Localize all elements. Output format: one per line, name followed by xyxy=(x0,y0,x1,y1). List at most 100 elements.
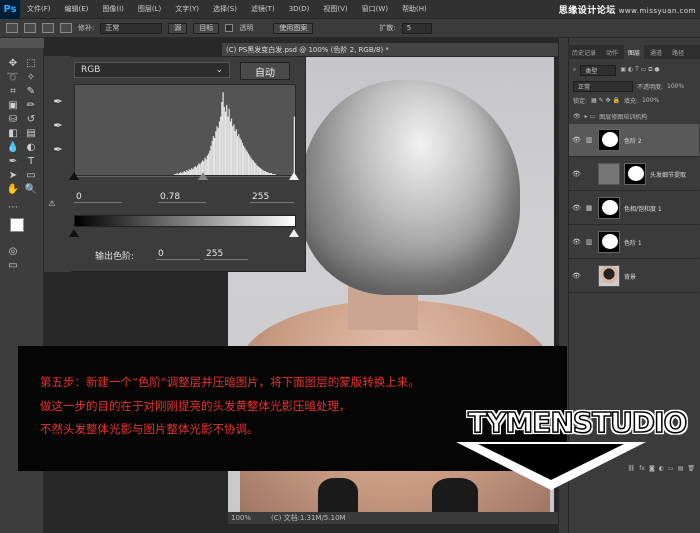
eye-icon[interactable]: 👁 xyxy=(572,272,581,280)
menu-image[interactable]: 图像(I) xyxy=(95,4,131,14)
eyedropper-tool-icon[interactable]: ✎ xyxy=(24,84,38,98)
gray-point-eyedropper-icon[interactable]: ✒ xyxy=(52,118,64,132)
input-black-field[interactable]: 0 xyxy=(74,192,122,203)
lock-icons[interactable]: ▦ ✎ ✥ 🔒 xyxy=(591,97,620,104)
tab-layers[interactable]: 图层 xyxy=(624,45,645,59)
eye-icon[interactable]: 👁 xyxy=(572,136,581,144)
layer-thumbnail[interactable] xyxy=(598,265,620,287)
layer-hair-detail[interactable]: 👁 头发细节提取 xyxy=(569,158,699,191)
target-button[interactable]: 目标 xyxy=(193,22,220,34)
new-group-icon[interactable]: ▭ xyxy=(668,465,674,472)
layer-background[interactable]: 👁 背景 xyxy=(569,260,699,293)
menu-help[interactable]: 帮助(H) xyxy=(395,4,434,14)
input-mid-field[interactable]: 0.78 xyxy=(158,192,206,203)
patch-tool-icon[interactable] xyxy=(6,23,18,33)
magic-wand-icon[interactable]: ✧ xyxy=(24,70,38,84)
path-select-icon[interactable]: ➤ xyxy=(6,168,20,182)
menu-view[interactable]: 视图(V) xyxy=(316,4,354,14)
layer-levels-1[interactable]: 👁 ▥ 色阶 1 xyxy=(569,226,699,259)
document-tab[interactable]: (C) PS黑发变白发.psd @ 100% (色阶 2, RGB/8) * xyxy=(222,43,564,56)
quick-mask-icon[interactable]: ◎ xyxy=(6,244,20,258)
new-selection-icon[interactable] xyxy=(24,23,36,33)
type-tool-icon[interactable]: T xyxy=(24,154,38,168)
layer-mask-thumbnail[interactable] xyxy=(598,197,620,219)
layer-mask-thumbnail[interactable] xyxy=(598,231,620,253)
lasso-tool-icon[interactable]: ➰ xyxy=(6,70,20,84)
use-pattern-button[interactable]: 使用图案 xyxy=(273,22,314,34)
blend-mode-select[interactable]: 正常 xyxy=(573,80,633,92)
filter-icons[interactable]: ▣ ◐ T ▭ ⧉ ● xyxy=(620,66,659,74)
trash-icon[interactable]: 🗑 xyxy=(687,465,695,472)
black-point-eyedropper-icon[interactable]: ✒ xyxy=(52,94,64,108)
layer-group[interactable]: 👁 ▸ ▭ 图层修图培训机构 xyxy=(569,110,699,122)
tab-channels[interactable]: 通道 xyxy=(646,45,666,59)
layer-hue-saturation[interactable]: 👁 ▦ 色相/饱和度 1 xyxy=(569,192,699,225)
layer-levels-2[interactable]: 👁 ▥ 色阶 2 xyxy=(569,124,699,157)
history-brush-icon[interactable]: ↺ xyxy=(24,112,38,126)
zoom-tool-icon[interactable]: 🔍 xyxy=(24,182,38,196)
output-white-field[interactable]: 255 xyxy=(204,249,248,260)
output-black-field[interactable]: 0 xyxy=(156,249,200,260)
clone-stamp-icon[interactable]: ⛁ xyxy=(6,112,20,126)
transparent-checkbox[interactable] xyxy=(225,24,234,32)
add-mask-icon[interactable]: ◙ xyxy=(649,465,655,472)
output-white-slider[interactable] xyxy=(289,229,299,237)
layer-kind-select[interactable]: 类型 xyxy=(580,64,617,76)
brush-tool-icon[interactable]: ✏ xyxy=(24,98,38,112)
white-point-eyedropper-icon[interactable]: ✒ xyxy=(52,142,64,156)
eye-icon[interactable]: 👁 xyxy=(573,113,581,120)
eye-icon[interactable]: 👁 xyxy=(572,170,581,178)
menu-file[interactable]: 文件(F) xyxy=(20,4,58,14)
histogram-bar xyxy=(224,111,227,175)
input-mid-slider[interactable] xyxy=(198,172,208,180)
layer-mask-thumbnail[interactable] xyxy=(624,163,646,185)
subtract-selection-icon[interactable] xyxy=(60,23,72,33)
output-black-slider[interactable] xyxy=(69,229,79,237)
fill-value[interactable]: 100% xyxy=(642,97,659,104)
layer-thumbnail[interactable] xyxy=(598,163,620,185)
input-black-slider[interactable] xyxy=(69,172,79,180)
diffusion-select[interactable]: 5 xyxy=(401,22,432,34)
dodge-tool-icon[interactable]: ◐ xyxy=(24,140,38,154)
add-selection-icon[interactable] xyxy=(42,23,54,33)
new-layer-icon[interactable]: ▤ xyxy=(678,465,684,472)
clipping-warning-icon[interactable]: ⚠ xyxy=(46,196,58,210)
zoom-level[interactable]: 100% xyxy=(231,514,251,522)
menu-layer[interactable]: 图层(L) xyxy=(131,4,168,14)
source-button[interactable]: 源 xyxy=(168,22,188,34)
tab-paths[interactable]: 路径 xyxy=(668,45,688,59)
marquee-tool-icon[interactable]: ⬚ xyxy=(24,56,38,70)
menu-3d[interactable]: 3D(D) xyxy=(282,5,317,13)
menu-window[interactable]: 窗口(W) xyxy=(355,4,395,14)
input-white-field[interactable]: 255 xyxy=(250,192,294,203)
input-white-slider[interactable] xyxy=(289,172,299,180)
layer-mask-thumbnail[interactable] xyxy=(598,129,620,151)
hand-tool-icon[interactable]: ✋ xyxy=(6,182,20,196)
adjustment-icon[interactable]: ◐ xyxy=(659,465,664,472)
tab-history[interactable]: 历史记录 xyxy=(568,45,600,59)
blur-tool-icon[interactable]: 💧 xyxy=(6,140,20,154)
channel-select[interactable]: RGB ⌄ xyxy=(74,62,230,78)
screen-mode-icon[interactable]: ▭ xyxy=(6,258,20,272)
menu-filter[interactable]: 滤镜(T) xyxy=(244,4,282,14)
menu-edit[interactable]: 编辑(E) xyxy=(58,4,96,14)
patch-tool-icon[interactable]: ▣ xyxy=(6,98,20,112)
opacity-value[interactable]: 100% xyxy=(667,83,684,90)
tab-actions[interactable]: 动作 xyxy=(602,45,622,59)
edit-toolbar-icon[interactable]: ⋯ xyxy=(6,200,20,214)
patch-mode-select[interactable]: 正常 xyxy=(100,22,163,34)
menu-select[interactable]: 选择(S) xyxy=(206,4,244,14)
auto-button[interactable]: 自动 xyxy=(240,62,290,80)
document-info[interactable]: (C) 文档:1.31M/5.10M xyxy=(271,513,346,523)
crop-tool-icon[interactable]: ⌗ xyxy=(6,84,20,98)
foreground-color-swatch[interactable] xyxy=(10,218,24,232)
shape-tool-icon[interactable]: ▭ xyxy=(24,168,38,182)
hue-saturation-icon: ▦ xyxy=(585,204,593,212)
eye-icon[interactable]: 👁 xyxy=(572,238,581,246)
pen-tool-icon[interactable]: ✒ xyxy=(6,154,20,168)
gradient-tool-icon[interactable]: ▤ xyxy=(24,126,38,140)
move-tool-icon[interactable]: ✥ xyxy=(6,56,20,70)
eraser-tool-icon[interactable]: ◧ xyxy=(6,126,20,140)
eye-icon[interactable]: 👁 xyxy=(572,204,581,212)
menu-type[interactable]: 文字(Y) xyxy=(168,4,206,14)
